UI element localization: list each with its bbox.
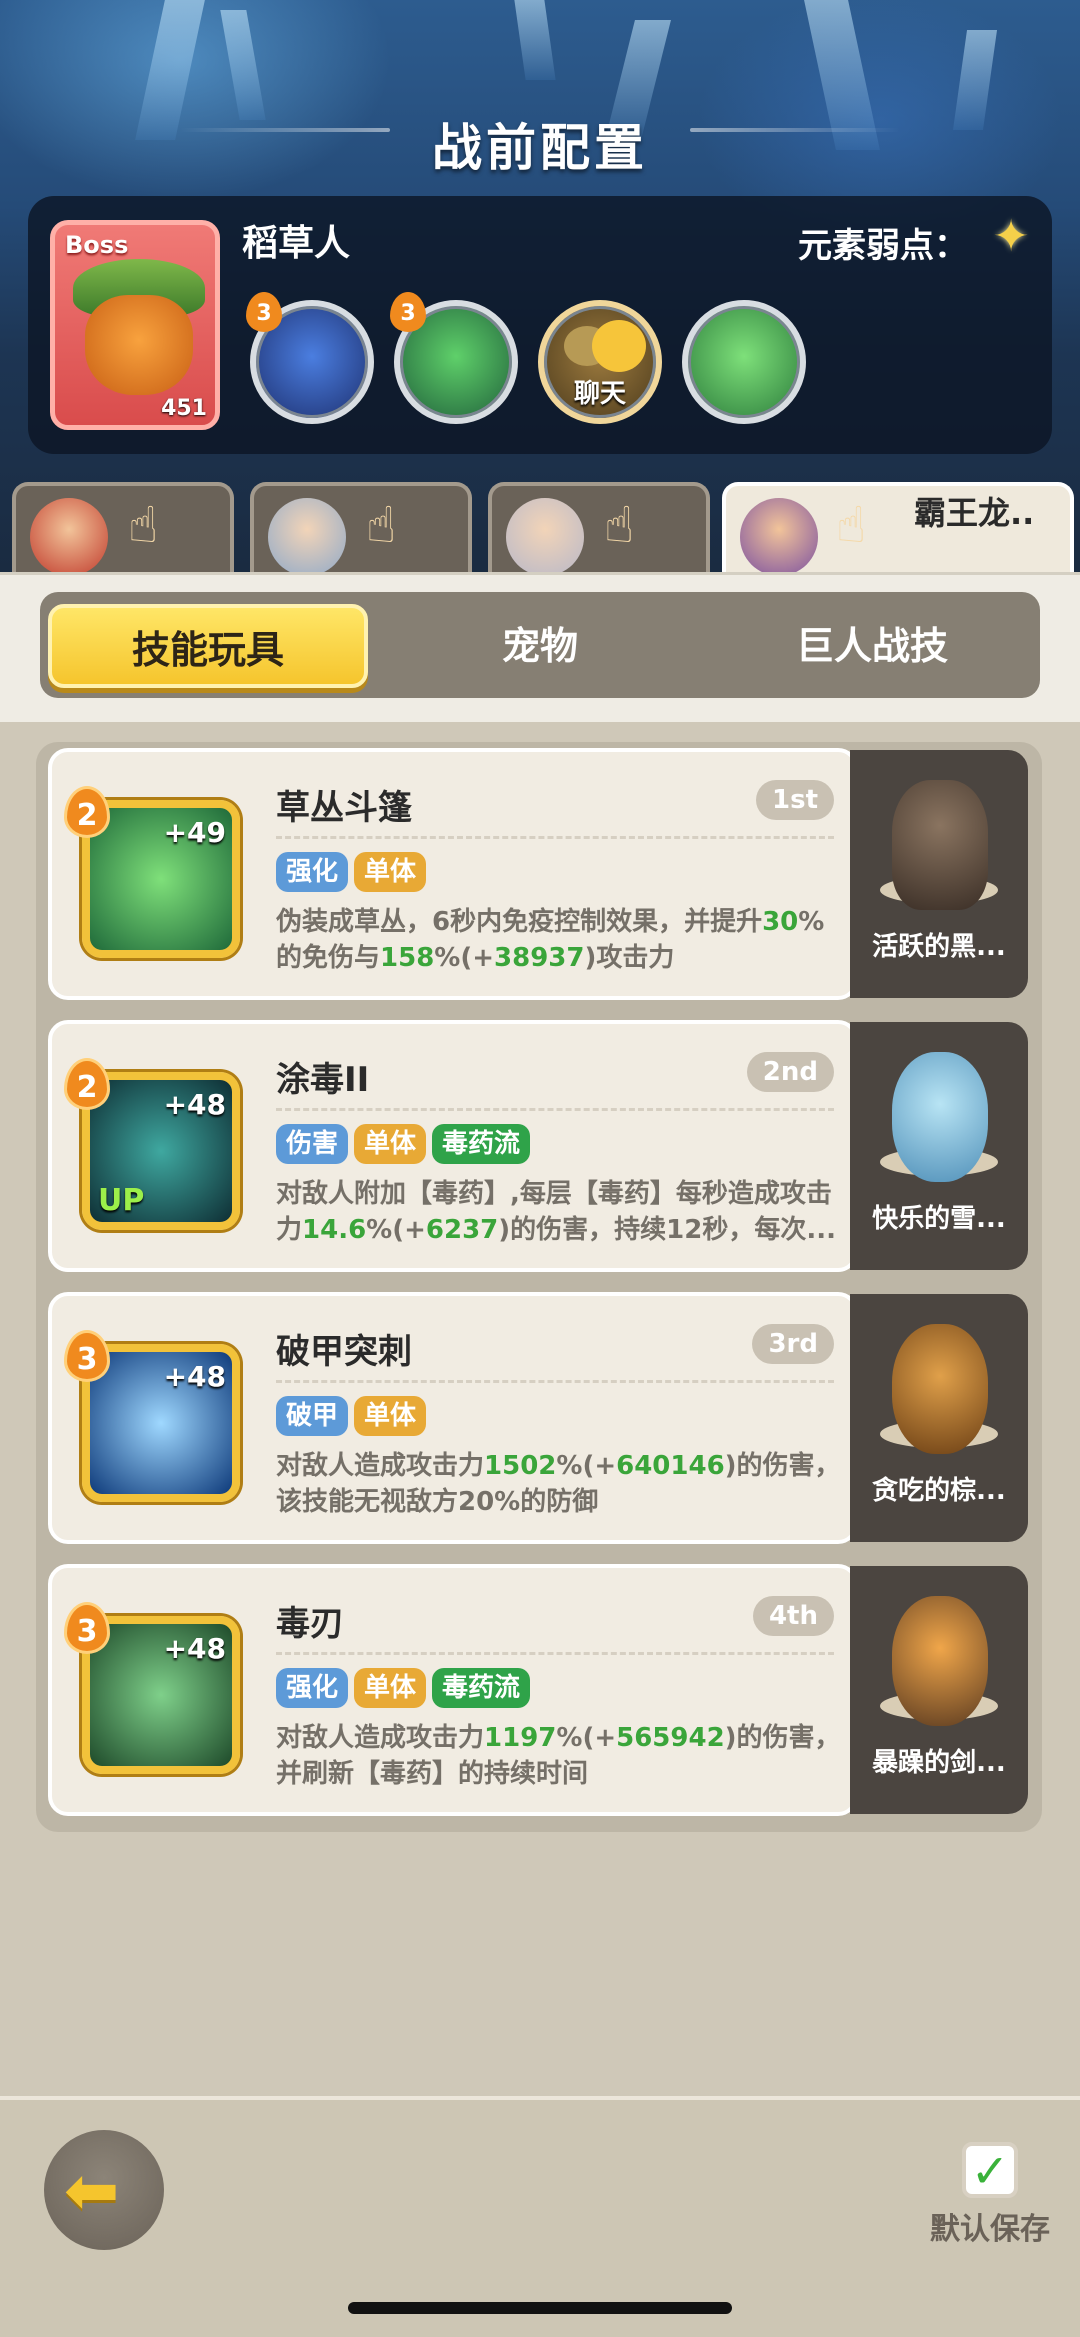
star-sparkle-icon[interactable]: ✦ [988,214,1034,260]
chat-label: 聊天 [573,379,626,409]
hero-tab-3[interactable]: ☝ [488,482,710,576]
tag: 单体 [354,1124,427,1164]
hero-avatar-purple [740,498,818,576]
skill-name: 涂毒II [276,1060,370,1100]
skill-description: 对敌人造成攻击力1502%(+640146)的伤害，该技能无视敌方20%的防御 [276,1451,841,1517]
skill-tags: 破甲 单体 [276,1396,427,1436]
tag: 单体 [354,852,427,892]
boar-pet-icon [892,780,988,910]
skill-level-badge: 3 [390,292,426,332]
hero-avatar-red [30,498,108,576]
back-arrow-icon: ⬅ [64,2152,120,2229]
skill-level-badge: 3 [246,292,282,332]
checkbox-checked-icon[interactable]: ✓ [962,2142,1018,2198]
skill-plus: +49 [163,816,226,849]
skill-level-badge: 2 [64,1058,110,1110]
tag: 强化 [276,852,349,892]
chat-button[interactable]: 聊天 [538,300,662,424]
weakness-label: 元素弱点： [798,226,968,266]
skill-description: 对敌人造成攻击力1197%(+565942)的伤害，并刷新【毒药】的持续时间 [276,1723,841,1789]
tag: 强化 [276,1668,349,1708]
cat-pet-icon [892,1596,988,1726]
boss-level: 451 [161,396,207,421]
tag: 伤害 [276,1124,349,1164]
skill-rank: 3rd [752,1324,834,1364]
default-save-label[interactable]: 默认保存 [930,2204,1050,2248]
skill-name: 毒刃 [276,1604,344,1644]
skill-tags: 强化 单体 毒药流 [276,1668,531,1708]
pet-slot[interactable]: 活跃的黑... [850,750,1028,998]
tag: 单体 [354,1396,427,1436]
hero-tab-label: 霸王龙.. [914,494,1035,532]
hero-avatar-white [506,498,584,576]
skill-name: 草丛斗篷 [276,788,412,828]
divider [276,1380,834,1383]
pet-slot[interactable]: 贪吃的棕... [850,1294,1028,1542]
snow-pet-icon [892,1052,988,1182]
pet-name: 快乐的雪... [872,1204,1006,1234]
skill-description: 伪装成草丛，6秒内免疫控制效果，并提升30%的免伤与158%(+38937)攻击… [276,907,825,973]
skill-tags: 伤害 单体 毒药流 [276,1124,531,1164]
boss-name: 稻草人 [242,223,351,264]
bear-bee-pet-icon [892,1324,988,1454]
tag: 单体 [354,1668,427,1708]
tab-skill-toys[interactable]: 技能玩具 [48,604,368,688]
hero-avatar-silver [268,498,346,576]
skill-rank: 2nd [746,1052,834,1092]
boss-panel: Boss 451 稻草人 元素弱点： ✦ 3 3 聊天 [28,196,1052,454]
tab-giant-skills[interactable]: 巨人战技 [712,604,1032,688]
pet-name: 贪吃的棕... [872,1476,1006,1506]
tap-hand-icon: ☝ [366,496,397,554]
skill-rank: 4th [752,1596,834,1636]
boss-skill-wind[interactable]: 3 [390,292,518,424]
tag: 毒药流 [432,1124,531,1164]
skill-level-badge: 3 [64,1330,110,1382]
tap-hand-icon: ☝ [836,496,867,554]
bottom-bar [0,2096,1080,2337]
tab-pets[interactable]: 宠物 [380,604,700,688]
tap-hand-icon: ☝ [604,496,635,554]
home-indicator [348,2302,732,2314]
skill-rank: 1st [756,780,834,820]
skill-tags: 强化 单体 [276,852,427,892]
skill-card[interactable]: 3 +48 毒刃 4th 强化 单体 毒药流 对敌人造成攻击力1197%(+56… [48,1564,858,1816]
skill-level-badge: 3 [64,1602,110,1654]
pet-slot[interactable]: 暴躁的剑... [850,1566,1028,1814]
tap-hand-icon: ☝ [128,496,159,554]
divider [276,1652,834,1655]
hero-tab-2[interactable]: ☝ [250,482,472,576]
back-button[interactable]: ⬅ [44,2130,164,2250]
skill-card[interactable]: 2 +48 UP 涂毒II 2nd 伤害 单体 毒药流 对敌人附加【毒药】,每层… [48,1020,858,1272]
pet-name: 活跃的黑... [872,932,1006,962]
divider [276,1108,834,1111]
emoji-face-icon [592,320,646,372]
pet-name: 暴躁的剑... [872,1748,1006,1778]
skill-name: 破甲突刺 [276,1332,412,1372]
pumpkin-face [85,295,193,395]
skill-plus: +48 [163,1088,226,1121]
tag: 破甲 [276,1396,349,1436]
page-title: 战前配置 [432,119,648,177]
skill-card[interactable]: 3 +48 破甲突刺 3rd 破甲 单体 对敌人造成攻击力1502%(+6401… [48,1292,858,1544]
skill-plus: +48 [163,1632,226,1665]
upgrade-indicator: UP [98,1183,145,1218]
boss-tag: Boss [65,231,129,259]
skill-plus: +48 [163,1360,226,1393]
hero-tab-4[interactable]: ☝ 霸王龙.. [722,482,1074,576]
boss-skill-bat[interactable]: 3 [246,292,374,424]
tag: 毒药流 [432,1668,531,1708]
skill-description: 对敌人附加【毒药】,每层【毒药】每秒造成攻击力14.6%(+6237)的伤害，持… [276,1179,836,1245]
hero-tab-1[interactable]: ☝ [12,482,234,576]
boss-portrait[interactable]: Boss 451 [50,220,220,430]
divider [276,836,834,839]
pet-slot[interactable]: 快乐的雪... [850,1022,1028,1270]
skill-level-badge: 2 [64,786,110,838]
boss-skill-slime[interactable] [682,300,806,424]
skill-card[interactable]: 2 +49 草丛斗篷 1st 强化 单体 伪装成草丛，6秒内免疫控制效果，并提升… [48,748,858,1000]
